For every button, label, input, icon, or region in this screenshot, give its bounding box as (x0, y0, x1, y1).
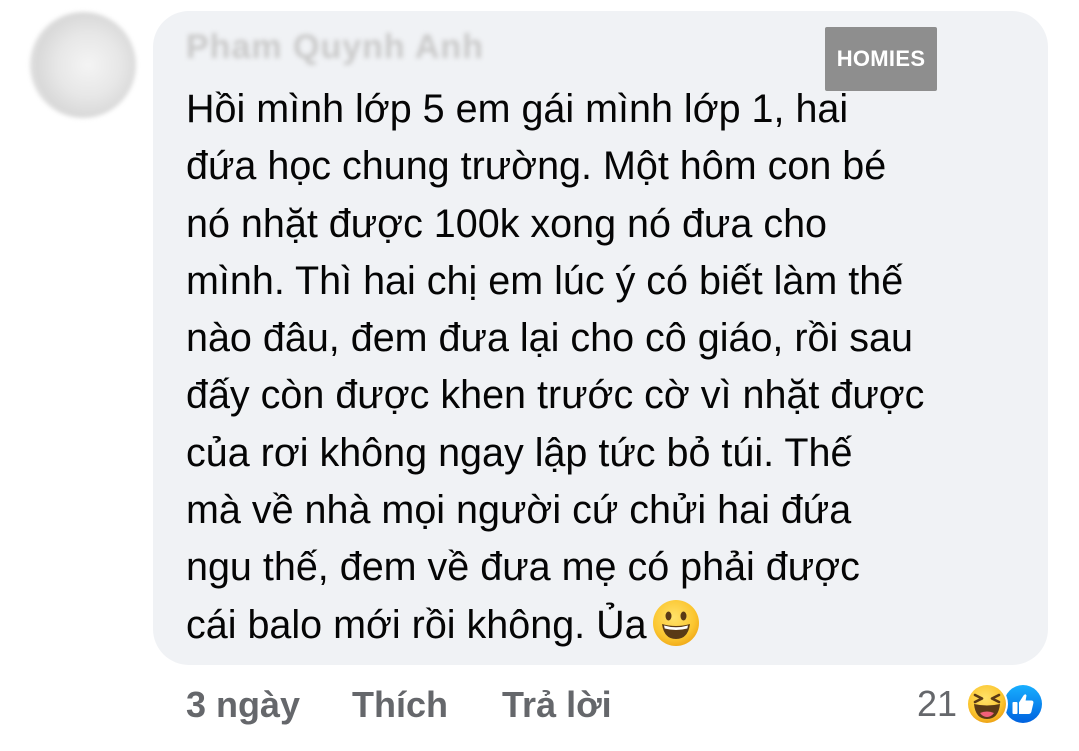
comment-text: Hồi mình lớp 5 em gái mình lớp 1, hai đứ… (186, 81, 1036, 654)
comment-line-last: cái balo mới rồi không. Ủa (186, 597, 1036, 654)
comment-line: nó nhặt được 100k xong nó đưa cho (186, 201, 828, 246)
comment-line: Hồi mình lớp 5 em gái mình lớp 1, hai (186, 87, 849, 131)
reply-button[interactable]: Trả lời (502, 684, 612, 726)
like-button[interactable]: Thích (352, 684, 448, 726)
comment-actions: 3 ngày Thích Trả lời (186, 682, 612, 728)
comment-line: ngu thế, đem về đưa mẹ có phải được (186, 545, 860, 590)
comment-line: mà về nhà mọi người cứ chửi hai đứa (186, 488, 852, 533)
haha-reaction-icon (966, 683, 1008, 725)
comment-line: đứa học chung trường. Một hôm con bé (186, 144, 887, 189)
comment-line: mình. Thì hai chị em lúc ý có biết làm t… (186, 258, 904, 303)
author-name[interactable]: Pham Quynh Anh (186, 28, 484, 67)
reactions-summary[interactable]: 21 (917, 680, 1049, 728)
comment-timestamp[interactable]: 3 ngày (186, 684, 300, 726)
comment-line: của rơi không ngay lập tức bỏ túi. Thế (186, 430, 853, 475)
comment-line: cái balo mới rồi không. Ủa (186, 602, 647, 647)
reaction-icons (965, 680, 1049, 728)
comment-line: nào đâu, đem đưa lại cho cô giáo, rồi sa… (186, 316, 913, 361)
reaction-count: 21 (916, 683, 957, 724)
grinning-face-emoji (652, 599, 699, 646)
comment-screenshot: Pham Quynh Anh HOMIES Hồi mình lớp 5 em … (0, 0, 1079, 751)
comment-line: đấy còn được khen trước cờ vì nhặt được (186, 373, 925, 418)
avatar[interactable] (30, 12, 136, 118)
